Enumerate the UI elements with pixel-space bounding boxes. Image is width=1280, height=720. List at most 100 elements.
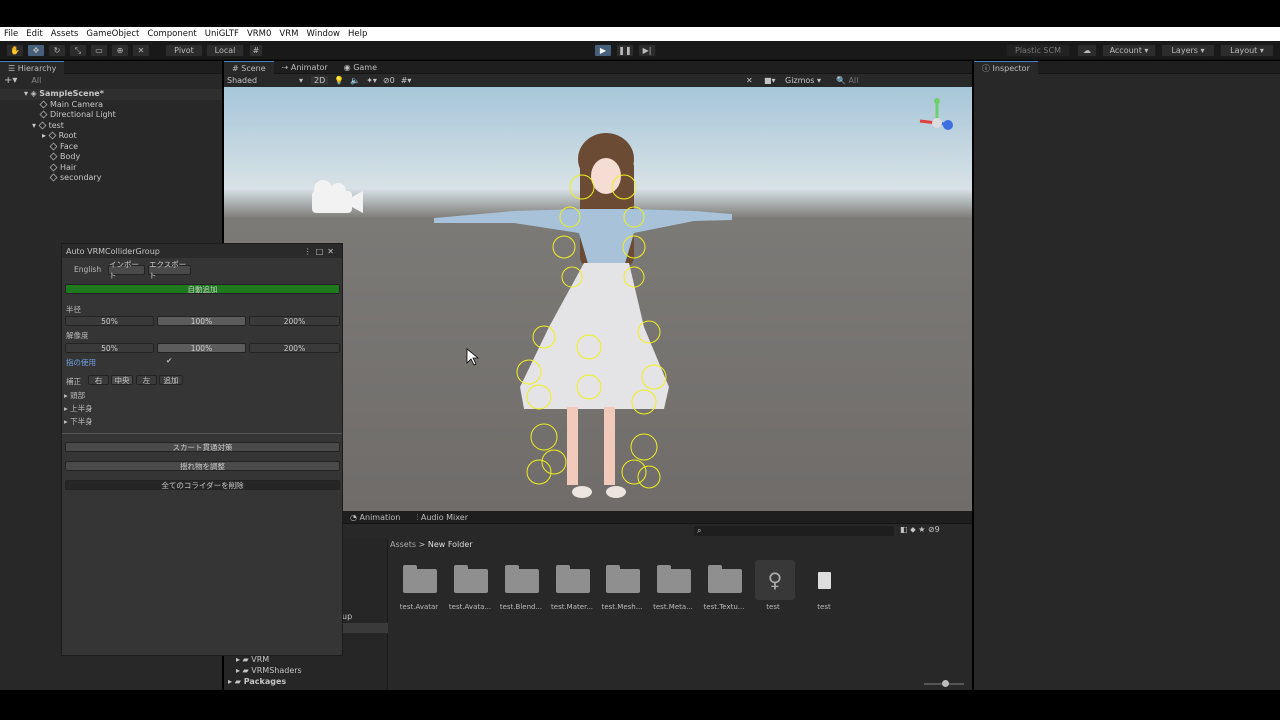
folder-icon[interactable] [403,565,437,593]
breadcrumb-assets[interactable]: Assets [390,540,416,549]
fix-center-button[interactable]: 中央 [111,375,133,385]
sway-adjust-button[interactable]: 揺れ物を調整 [65,461,340,471]
rect-tool-icon[interactable]: ▭ [90,44,108,57]
menu-assets[interactable]: Assets [47,29,83,39]
delete-all-colliders-button[interactable]: 全てのコライダーを削除 [65,480,340,490]
menu-window[interactable]: Window [302,29,344,39]
account-dropdown[interactable]: Account ▾ [1102,44,1156,57]
lighting-icon[interactable]: 💡 [334,76,344,85]
menu-edit[interactable]: Edit [22,29,46,39]
audio-icon[interactable]: 🔈 [350,76,360,85]
effects-icon[interactable]: ✦▾ [366,76,377,85]
tab-animator[interactable]: ⇢ Animator [274,61,336,74]
zoom-slider-handle[interactable] [942,680,949,687]
project-tree-item[interactable]: up [342,612,352,621]
play-button[interactable]: ▶ [594,44,612,57]
project-tree-item-packages[interactable]: ▸ ▰ Packages [228,677,286,686]
import-button[interactable]: インポート [108,260,145,280]
zoom-slider[interactable] [924,680,964,687]
menu-vrm[interactable]: VRM [275,29,302,39]
custom-tool-icon[interactable]: ✕ [132,44,150,57]
camera-icon[interactable]: ■▾ [764,76,776,85]
menu-gameobject[interactable]: GameObject [82,29,143,39]
plastic-scm-button[interactable]: Plastic SCM [1006,44,1070,57]
radius-50-button[interactable]: 50% [65,316,154,326]
folder-icon[interactable] [606,565,640,593]
tree-item-main-camera[interactable]: Main Camera [0,100,222,111]
layers-dropdown[interactable]: Layers ▾ [1161,44,1215,57]
snap-icon[interactable]: # [249,44,263,57]
tab-hierarchy[interactable]: ☰ Hierarchy [0,60,65,74]
tree-item-body[interactable]: Body [0,152,222,163]
tree-item-root[interactable]: ▸ Root [0,131,222,142]
export-button[interactable]: エクスポート [148,260,191,280]
res-50-button[interactable]: 50% [65,343,154,353]
mode-2d-toggle[interactable]: 2D [311,76,329,85]
add-icon[interactable]: +▾ [4,75,17,86]
maximize-icon[interactable]: □ [316,247,328,256]
folder-icon[interactable] [505,565,539,593]
tab-audio-mixer[interactable]: ⫶ Audio Mixer [408,511,476,524]
layout-dropdown[interactable]: Layout ▾ [1220,44,1274,57]
project-filter-icons[interactable]: ◧ ⬥ ★ ⊘9 [900,525,940,535]
menu-file[interactable]: File [0,29,22,39]
tab-animation[interactable]: ◔ Animation [342,511,408,524]
folder-icon[interactable] [708,565,742,593]
folder-icon[interactable] [657,565,691,593]
scene-search-input[interactable]: 🔍 All [836,76,858,85]
hidden-objects-icon[interactable]: ⊘0 [383,76,395,85]
tab-inspector[interactable]: ⓘ Inspector [974,60,1038,74]
auto-add-button[interactable]: 自動追加 [65,284,340,294]
radius-100-button[interactable]: 100% [157,316,246,326]
section-upper-body[interactable]: ▸ 上半身 [64,403,93,414]
scene-row[interactable]: ▾ ◈ SampleScene* [0,89,222,100]
grid-icon[interactable]: #▾ [401,76,412,85]
menu-icon[interactable]: ⋮ [304,247,316,256]
finger-checkbox[interactable]: ✔ [166,356,172,365]
tools-icon[interactable]: ✕ [746,76,753,85]
transform-tool-icon[interactable]: ⊕ [111,44,129,57]
project-tree-item-vrm[interactable]: ▸ ▰ VRM [236,655,269,664]
hand-tool-icon[interactable]: ✋ [6,44,24,57]
section-head[interactable]: ▸ 頭部 [64,390,85,401]
menu-help[interactable]: Help [344,29,371,39]
pivot-toggle[interactable]: Pivot [165,44,203,57]
folder-icon[interactable] [556,565,590,593]
hierarchy-search-input[interactable]: All [31,76,41,85]
folder-icon[interactable] [454,565,488,593]
breadcrumb-new-folder[interactable]: New Folder [428,540,473,549]
gizmos-dropdown[interactable]: Gizmos ▾ [785,76,821,85]
menu-vrm0[interactable]: VRM0 [243,29,275,39]
section-lower-body[interactable]: ▸ 下半身 [64,416,93,427]
cloud-icon[interactable]: ☁ [1077,44,1097,57]
tree-item-directional-light[interactable]: Directional Light [0,110,222,121]
tree-item-secondary[interactable]: secondary [0,173,222,184]
close-icon[interactable]: ✕ [327,247,338,256]
fix-left-button[interactable]: 左 [136,375,157,385]
menu-uniglTF[interactable]: UniGLTF [201,29,243,39]
tree-item-hair[interactable]: Hair [0,163,222,174]
scale-tool-icon[interactable]: ⤡ [69,44,87,57]
local-toggle[interactable]: Local [206,44,244,57]
fix-right-button[interactable]: 右 [88,375,109,385]
english-toggle[interactable]: English [74,265,101,274]
pause-button[interactable]: ❚❚ [616,44,634,57]
fix-add-button[interactable]: 追加 [159,375,183,385]
step-button[interactable]: ▶| [638,44,656,57]
shading-dropdown[interactable]: Shaded ▾ [227,76,303,85]
res-200-button[interactable]: 200% [249,343,340,353]
tab-scene[interactable]: # Scene [224,60,274,74]
tree-item-test[interactable]: ▾ test [0,121,222,132]
move-tool-icon[interactable]: ✥ [27,44,45,57]
menu-component[interactable]: Component [143,29,200,39]
tab-game[interactable]: ◉ Game [336,61,385,74]
model-prefab-icon[interactable]: ♀ [755,560,795,600]
rotate-tool-icon[interactable]: ↻ [48,44,66,57]
skirt-fix-button[interactable]: スカート貫通対策 [65,442,340,452]
window-titlebar[interactable]: Auto VRMColliderGroup ⋮□✕ [62,244,342,258]
radius-200-button[interactable]: 200% [249,316,340,326]
tree-item-face[interactable]: Face [0,142,222,153]
project-search-input[interactable]: ⌕ [694,526,894,536]
project-tree-item-vrmshaders[interactable]: ▸ ▰ VRMShaders [236,666,302,675]
file-icon[interactable] [818,572,831,589]
